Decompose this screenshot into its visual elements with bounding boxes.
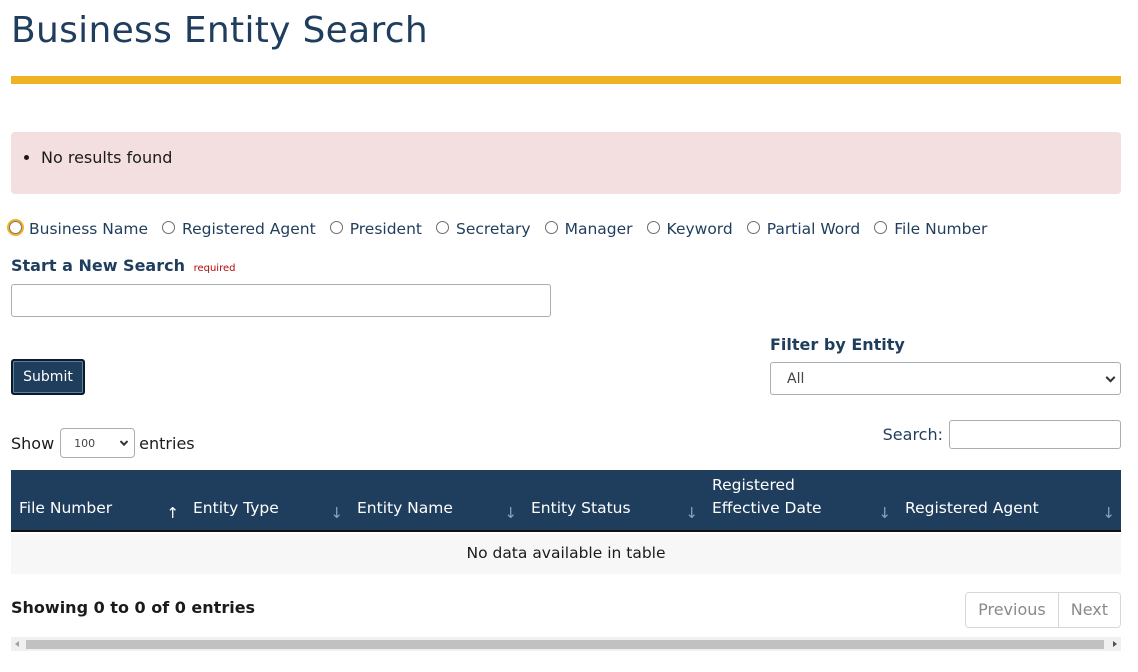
column-header-line1: Registered xyxy=(712,476,795,494)
sort-descending-icon: ↓ xyxy=(1102,504,1115,522)
sort-ascending-icon: ↑ xyxy=(166,504,179,522)
sort-descending-icon: ↓ xyxy=(685,504,698,522)
table-search: Search: xyxy=(883,419,1121,449)
column-header-text: Registered Effective Date xyxy=(712,474,822,520)
column-header-line1: Entity Type xyxy=(193,499,279,517)
filter-by-entity-label: Filter by Entity xyxy=(770,335,905,354)
column-header-registered-agent[interactable]: Registered Agent ↓ xyxy=(897,470,1121,532)
radio-label: Secretary xyxy=(456,220,531,238)
page-length-control: Show 100 entries xyxy=(11,428,195,458)
sort-descending-icon: ↓ xyxy=(504,504,517,522)
radio-label: Keyword xyxy=(666,220,733,238)
column-header-line1: Registered Agent xyxy=(905,499,1039,517)
sort-descending-icon: ↓ xyxy=(878,504,891,522)
column-header-text: Entity Type xyxy=(193,497,279,520)
radio-keyword[interactable]: Keyword xyxy=(646,220,747,238)
no-results-alert: No results found xyxy=(11,132,1121,194)
horizontal-scrollbar[interactable] xyxy=(11,637,1121,651)
column-header-entity-status[interactable]: Entity Status ↓ xyxy=(523,470,704,532)
radio-label: Manager xyxy=(564,220,633,238)
required-indicator: required xyxy=(193,263,236,274)
radio-button[interactable] xyxy=(874,221,888,234)
chevron-down-icon xyxy=(119,437,129,447)
radio-label: Registered Agent xyxy=(182,220,316,238)
column-header-text: Entity Name xyxy=(357,497,453,520)
radio-button[interactable] xyxy=(646,221,660,234)
filter-entity-select[interactable]: All xyxy=(770,362,1121,395)
table-search-input[interactable] xyxy=(949,419,1121,449)
new-search-input[interactable] xyxy=(11,284,551,317)
entries-label: entries xyxy=(139,433,195,453)
column-header-entity-type[interactable]: Entity Type ↓ xyxy=(185,470,349,532)
radio-registered-agent[interactable]: Registered Agent xyxy=(162,220,330,238)
radio-partial-word[interactable]: Partial Word xyxy=(746,220,874,238)
column-header-text: Registered Agent xyxy=(905,497,1039,520)
chevron-down-icon xyxy=(1105,372,1116,383)
radio-business-name[interactable]: Business Name xyxy=(9,220,162,238)
page-length-select[interactable]: 100 xyxy=(60,428,136,458)
scroll-left-icon[interactable] xyxy=(15,641,19,647)
column-header-text: File Number xyxy=(19,497,112,520)
filter-selected-value: All xyxy=(787,370,805,387)
radio-file-number[interactable]: File Number xyxy=(874,220,1001,238)
radio-button[interactable] xyxy=(436,221,449,234)
column-header-entity-name[interactable]: Entity Name ↓ xyxy=(349,470,523,532)
title-divider xyxy=(11,76,1121,84)
column-header-file-number[interactable]: File Number ↑ xyxy=(11,470,185,532)
table-info: Showing 0 to 0 of 0 entries xyxy=(11,598,256,617)
radio-button[interactable] xyxy=(544,221,558,234)
radio-label: File Number xyxy=(894,220,988,238)
radio-button[interactable] xyxy=(746,221,760,234)
search-label-text: Start a New Search xyxy=(11,256,185,275)
next-page-button[interactable]: Next xyxy=(1057,593,1120,627)
empty-table-row: No data available in table xyxy=(11,534,1121,574)
column-header-registered-effective-date[interactable]: Registered Effective Date ↓ xyxy=(704,470,897,532)
radio-secretary[interactable]: Secretary xyxy=(436,220,545,238)
scroll-right-icon[interactable] xyxy=(1113,641,1117,647)
radio-label: Business Name xyxy=(29,220,149,238)
radio-president[interactable]: President xyxy=(329,220,436,238)
column-header-line2: Effective Date xyxy=(712,499,822,517)
radio-button[interactable] xyxy=(162,221,176,234)
sort-descending-icon: ↓ xyxy=(330,504,343,522)
alert-message: No results found xyxy=(41,148,172,168)
column-header-text: Entity Status xyxy=(531,497,631,520)
previous-page-button[interactable]: Previous xyxy=(966,593,1058,627)
pagination: Previous Next xyxy=(965,592,1121,628)
page-length-value: 100 xyxy=(74,436,96,450)
table-header: File Number ↑ Entity Type ↓ Entity Name … xyxy=(11,470,1121,532)
submit-button[interactable]: Submit xyxy=(11,359,85,395)
column-header-line1: Entity Name xyxy=(357,499,453,517)
column-header-line1: Entity Status xyxy=(531,499,631,517)
show-label: Show xyxy=(11,433,55,453)
radio-button[interactable] xyxy=(9,221,22,234)
radio-button[interactable] xyxy=(329,221,343,234)
scrollbar-thumb[interactable] xyxy=(26,640,1104,649)
column-header-line1: File Number xyxy=(19,499,113,517)
radio-manager[interactable]: Manager xyxy=(544,220,647,238)
search-type-radio-group: Business Name Registered Agent President… xyxy=(9,216,1001,242)
search-field-label: Start a New Search required xyxy=(11,256,235,275)
table-search-label: Search: xyxy=(882,424,943,444)
radio-label: Partial Word xyxy=(766,220,861,238)
page-title: Business Entity Search xyxy=(11,10,429,51)
radio-label: President xyxy=(349,220,422,238)
